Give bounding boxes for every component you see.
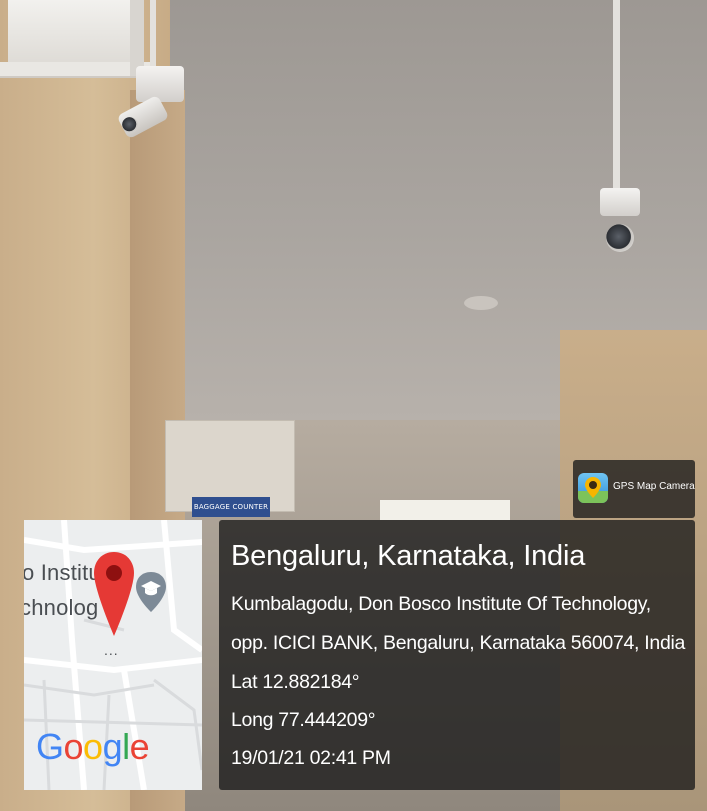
conduit-pipe [0, 62, 150, 78]
camera-mount-rod-right [613, 0, 620, 192]
camera-mount-box [136, 66, 184, 102]
timestamp: 19/01/21 02:41 PM [231, 747, 391, 769]
app-name-label: GPS Map Camera [613, 481, 695, 492]
location-title: Bengaluru, Karnataka, India [231, 540, 586, 572]
camera-mount-box-right [600, 188, 640, 216]
map-pin-icon [92, 550, 136, 640]
map-dots: ... [104, 642, 119, 658]
latitude-readout: Lat 12.882184° [231, 671, 360, 693]
cctv-camera-icon [606, 224, 634, 252]
camera-lens [122, 117, 138, 133]
address-line-2: opp. ICICI BANK, Bengaluru, Karnataka 56… [231, 632, 686, 654]
map-place-label: chnolog [24, 595, 99, 620]
map-place-label: o Institu [24, 560, 101, 585]
address-line-1: Kumbalagodu, Don Bosco Institute Of Tech… [231, 593, 651, 615]
ceiling-light-fixture [464, 296, 498, 310]
ceiling-corner [8, 0, 133, 64]
app-badge: GPS Map Camera [573, 460, 695, 518]
gps-map-camera-icon [578, 473, 608, 503]
conduit-pipe-vertical [130, 0, 144, 76]
education-marker-icon [134, 570, 168, 614]
bright-window [380, 500, 510, 520]
location-info-panel: Bengaluru, Karnataka, India Kumbalagodu,… [219, 520, 695, 790]
camera-mount-rod [150, 0, 156, 70]
map-thumbnail: o Institu chnolog ... Google [24, 520, 202, 790]
baggage-counter-sign: BAGGAGE COUNTER [192, 497, 270, 517]
google-logo: Google [36, 726, 150, 767]
longitude-readout: Long 77.444209° [231, 709, 376, 731]
